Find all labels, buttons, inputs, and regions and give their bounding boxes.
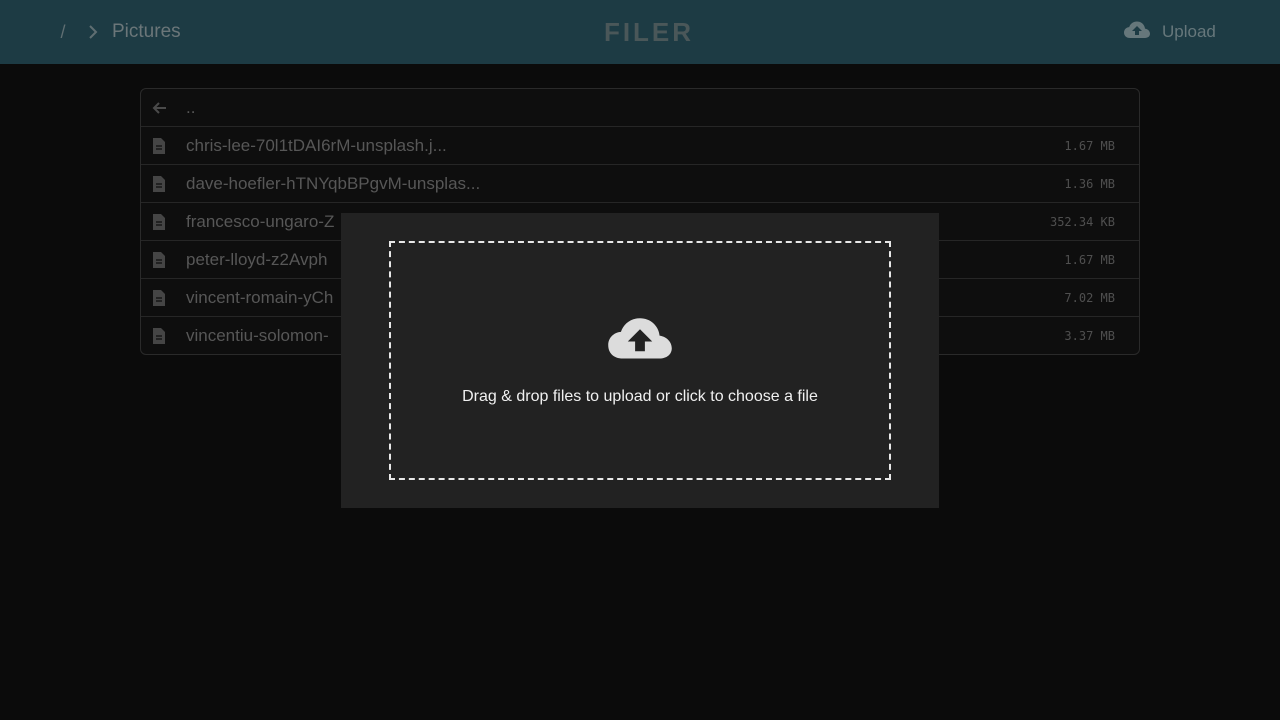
file-name: vincent-romain-yCh — [186, 287, 334, 307]
file-icon — [151, 252, 167, 268]
file-dropzone[interactable]: Drag & drop files to upload or click to … — [389, 241, 891, 480]
logo-text: FILER — [603, 16, 695, 47]
cloud-upload-icon — [1124, 21, 1150, 44]
file-size: 3.37 MB — [1064, 329, 1115, 343]
file-row[interactable]: dave-hoefler-hTNYqbBPgvM-unsplas... 1.36… — [141, 165, 1139, 203]
cloud-upload-icon — [608, 317, 672, 366]
breadcrumb: / Pictures — [56, 0, 181, 64]
file-size: 1.36 MB — [1064, 176, 1115, 191]
file-icon — [151, 214, 167, 230]
app-logo: FILER — [0, 0, 1280, 64]
upload-label: Upload — [1162, 22, 1216, 41]
breadcrumb-root[interactable]: / — [56, 22, 70, 43]
upload-button[interactable]: Upload — [1124, 16, 1216, 48]
file-icon — [151, 290, 167, 306]
upload-modal: Drag & drop files to upload or click to … — [341, 213, 939, 508]
file-size: 1.67 MB — [1064, 252, 1115, 267]
parent-directory-row[interactable]: .. — [141, 89, 1139, 127]
file-icon — [151, 328, 167, 344]
file-size: 352.34 KB — [1049, 214, 1115, 229]
file-name: peter-lloyd-z2Avph — [186, 249, 328, 269]
file-size: 7.02 MB — [1064, 290, 1115, 305]
parent-directory-label: .. — [186, 97, 196, 117]
file-name: dave-hoefler-hTNYqbBPgvM-unsplas... — [186, 173, 481, 193]
file-icon — [151, 138, 167, 154]
dropzone-text: Drag & drop files to upload or click to … — [462, 388, 818, 405]
file-name: vincentiu-solomon- — [186, 326, 329, 345]
chevron-right-icon — [88, 25, 98, 39]
file-row[interactable]: chris-lee-70l1tDAI6rM-unsplash.j... 1.67… — [141, 127, 1139, 165]
file-icon — [151, 176, 167, 192]
app-header: / Pictures FILER Upload — [0, 0, 1280, 64]
arrow-left-icon — [151, 100, 167, 116]
file-size: 1.67 MB — [1064, 138, 1115, 153]
file-name: francesco-ungaro-Z — [186, 211, 335, 231]
breadcrumb-current[interactable]: Pictures — [112, 21, 181, 43]
file-name: chris-lee-70l1tDAI6rM-unsplash.j... — [186, 135, 447, 155]
